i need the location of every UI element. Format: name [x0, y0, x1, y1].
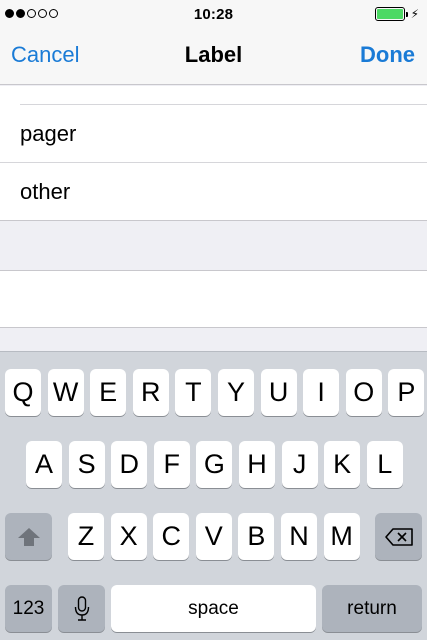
key-label: V	[204, 521, 223, 551]
key-r[interactable]: R	[132, 369, 169, 416]
key-l[interactable]: L	[366, 441, 403, 488]
key-i[interactable]: I	[303, 369, 340, 416]
cancel-button[interactable]: Cancel	[11, 42, 79, 68]
signal-dot	[38, 9, 47, 18]
key-t[interactable]: T	[175, 369, 212, 416]
charging-bolt-icon: ⚡	[410, 7, 419, 21]
navigation-bar: Label Cancel Done	[0, 28, 427, 85]
key-o[interactable]: O	[345, 369, 382, 416]
microphone-icon	[74, 595, 89, 621]
key-x[interactable]: X	[110, 513, 147, 560]
key-label: F	[163, 449, 181, 479]
backspace-icon	[384, 527, 413, 546]
key-label: G	[203, 449, 225, 479]
status-bar: 10:28 ⚡	[0, 0, 427, 28]
dictation-key[interactable]	[58, 585, 105, 632]
key-label: E	[99, 377, 118, 407]
keyboard: 123 space return QWERTYUIOP ASDFGHJKL ZXCV…	[0, 351, 427, 640]
key-f[interactable]: F	[153, 441, 190, 488]
key-label: H	[247, 449, 267, 479]
key-label: R	[141, 377, 161, 407]
key-label: N	[289, 521, 309, 551]
shift-key[interactable]	[5, 513, 52, 560]
signal-dot	[5, 9, 14, 18]
key-label: M	[330, 521, 353, 551]
list-item-other[interactable]: other	[0, 163, 427, 221]
key-label: K	[333, 449, 352, 479]
signal-dot	[16, 9, 25, 18]
custom-label-field[interactable]	[0, 270, 427, 328]
key-w[interactable]: W	[47, 369, 84, 416]
space-key[interactable]: space	[111, 585, 316, 632]
key-a[interactable]: A	[26, 441, 62, 488]
numbers-key[interactable]: 123	[5, 585, 52, 632]
key-label: U	[268, 377, 289, 407]
key-q[interactable]: Q	[5, 369, 41, 416]
key-n[interactable]: N	[281, 513, 317, 560]
key-k[interactable]: K	[324, 441, 361, 488]
key-h[interactable]: H	[239, 441, 275, 488]
key-label: P	[397, 377, 416, 407]
key-e[interactable]: E	[90, 369, 127, 416]
list-item-pager[interactable]: pager	[0, 105, 427, 163]
signal-strength-icon	[5, 9, 58, 18]
key-label: S	[77, 449, 96, 479]
key-label: O	[353, 377, 375, 407]
key-label: B	[247, 521, 266, 551]
battery-fill	[376, 9, 403, 19]
delete-key[interactable]	[375, 513, 422, 560]
signal-dot	[27, 9, 36, 18]
key-label: C	[161, 521, 181, 551]
key-c[interactable]: C	[153, 513, 190, 560]
key-z[interactable]: Z	[68, 513, 104, 560]
key-y[interactable]: Y	[218, 369, 254, 416]
key-label: D	[119, 449, 139, 479]
key-label: A	[34, 449, 53, 479]
battery-icon: ⚡	[374, 7, 419, 21]
key-u[interactable]: U	[260, 369, 297, 416]
key-label: L	[377, 449, 393, 479]
key-j[interactable]: J	[281, 441, 318, 488]
list-item-label: pager	[20, 120, 77, 146]
done-button[interactable]: Done	[360, 42, 415, 68]
key-m[interactable]: M	[323, 513, 360, 560]
key-label: W	[52, 377, 79, 407]
key-label: Z	[77, 521, 95, 551]
key-v[interactable]: V	[195, 513, 232, 560]
shift-arrow-icon	[17, 527, 40, 546]
key-label: I	[317, 377, 325, 407]
signal-dot	[49, 9, 58, 18]
space-key-label: space	[188, 597, 239, 619]
return-key-label: return	[347, 597, 397, 619]
section-gap	[0, 223, 427, 270]
key-label: Q	[12, 377, 34, 407]
key-label: J	[292, 449, 307, 479]
key-g[interactable]: G	[196, 441, 233, 488]
status-time: 10:28	[193, 5, 234, 23]
key-s[interactable]: S	[68, 441, 105, 488]
key-label: X	[119, 521, 138, 551]
key-p[interactable]: P	[388, 369, 425, 416]
numbers-key-label: 123	[12, 597, 45, 619]
key-label: T	[185, 377, 202, 407]
list-item-partial[interactable]	[20, 86, 427, 105]
label-list: pager other	[0, 86, 427, 221]
key-b[interactable]: B	[238, 513, 275, 560]
return-key[interactable]: return	[322, 585, 422, 632]
key-d[interactable]: D	[111, 441, 148, 488]
list-item-label: other	[20, 178, 71, 204]
key-label: Y	[226, 377, 245, 407]
